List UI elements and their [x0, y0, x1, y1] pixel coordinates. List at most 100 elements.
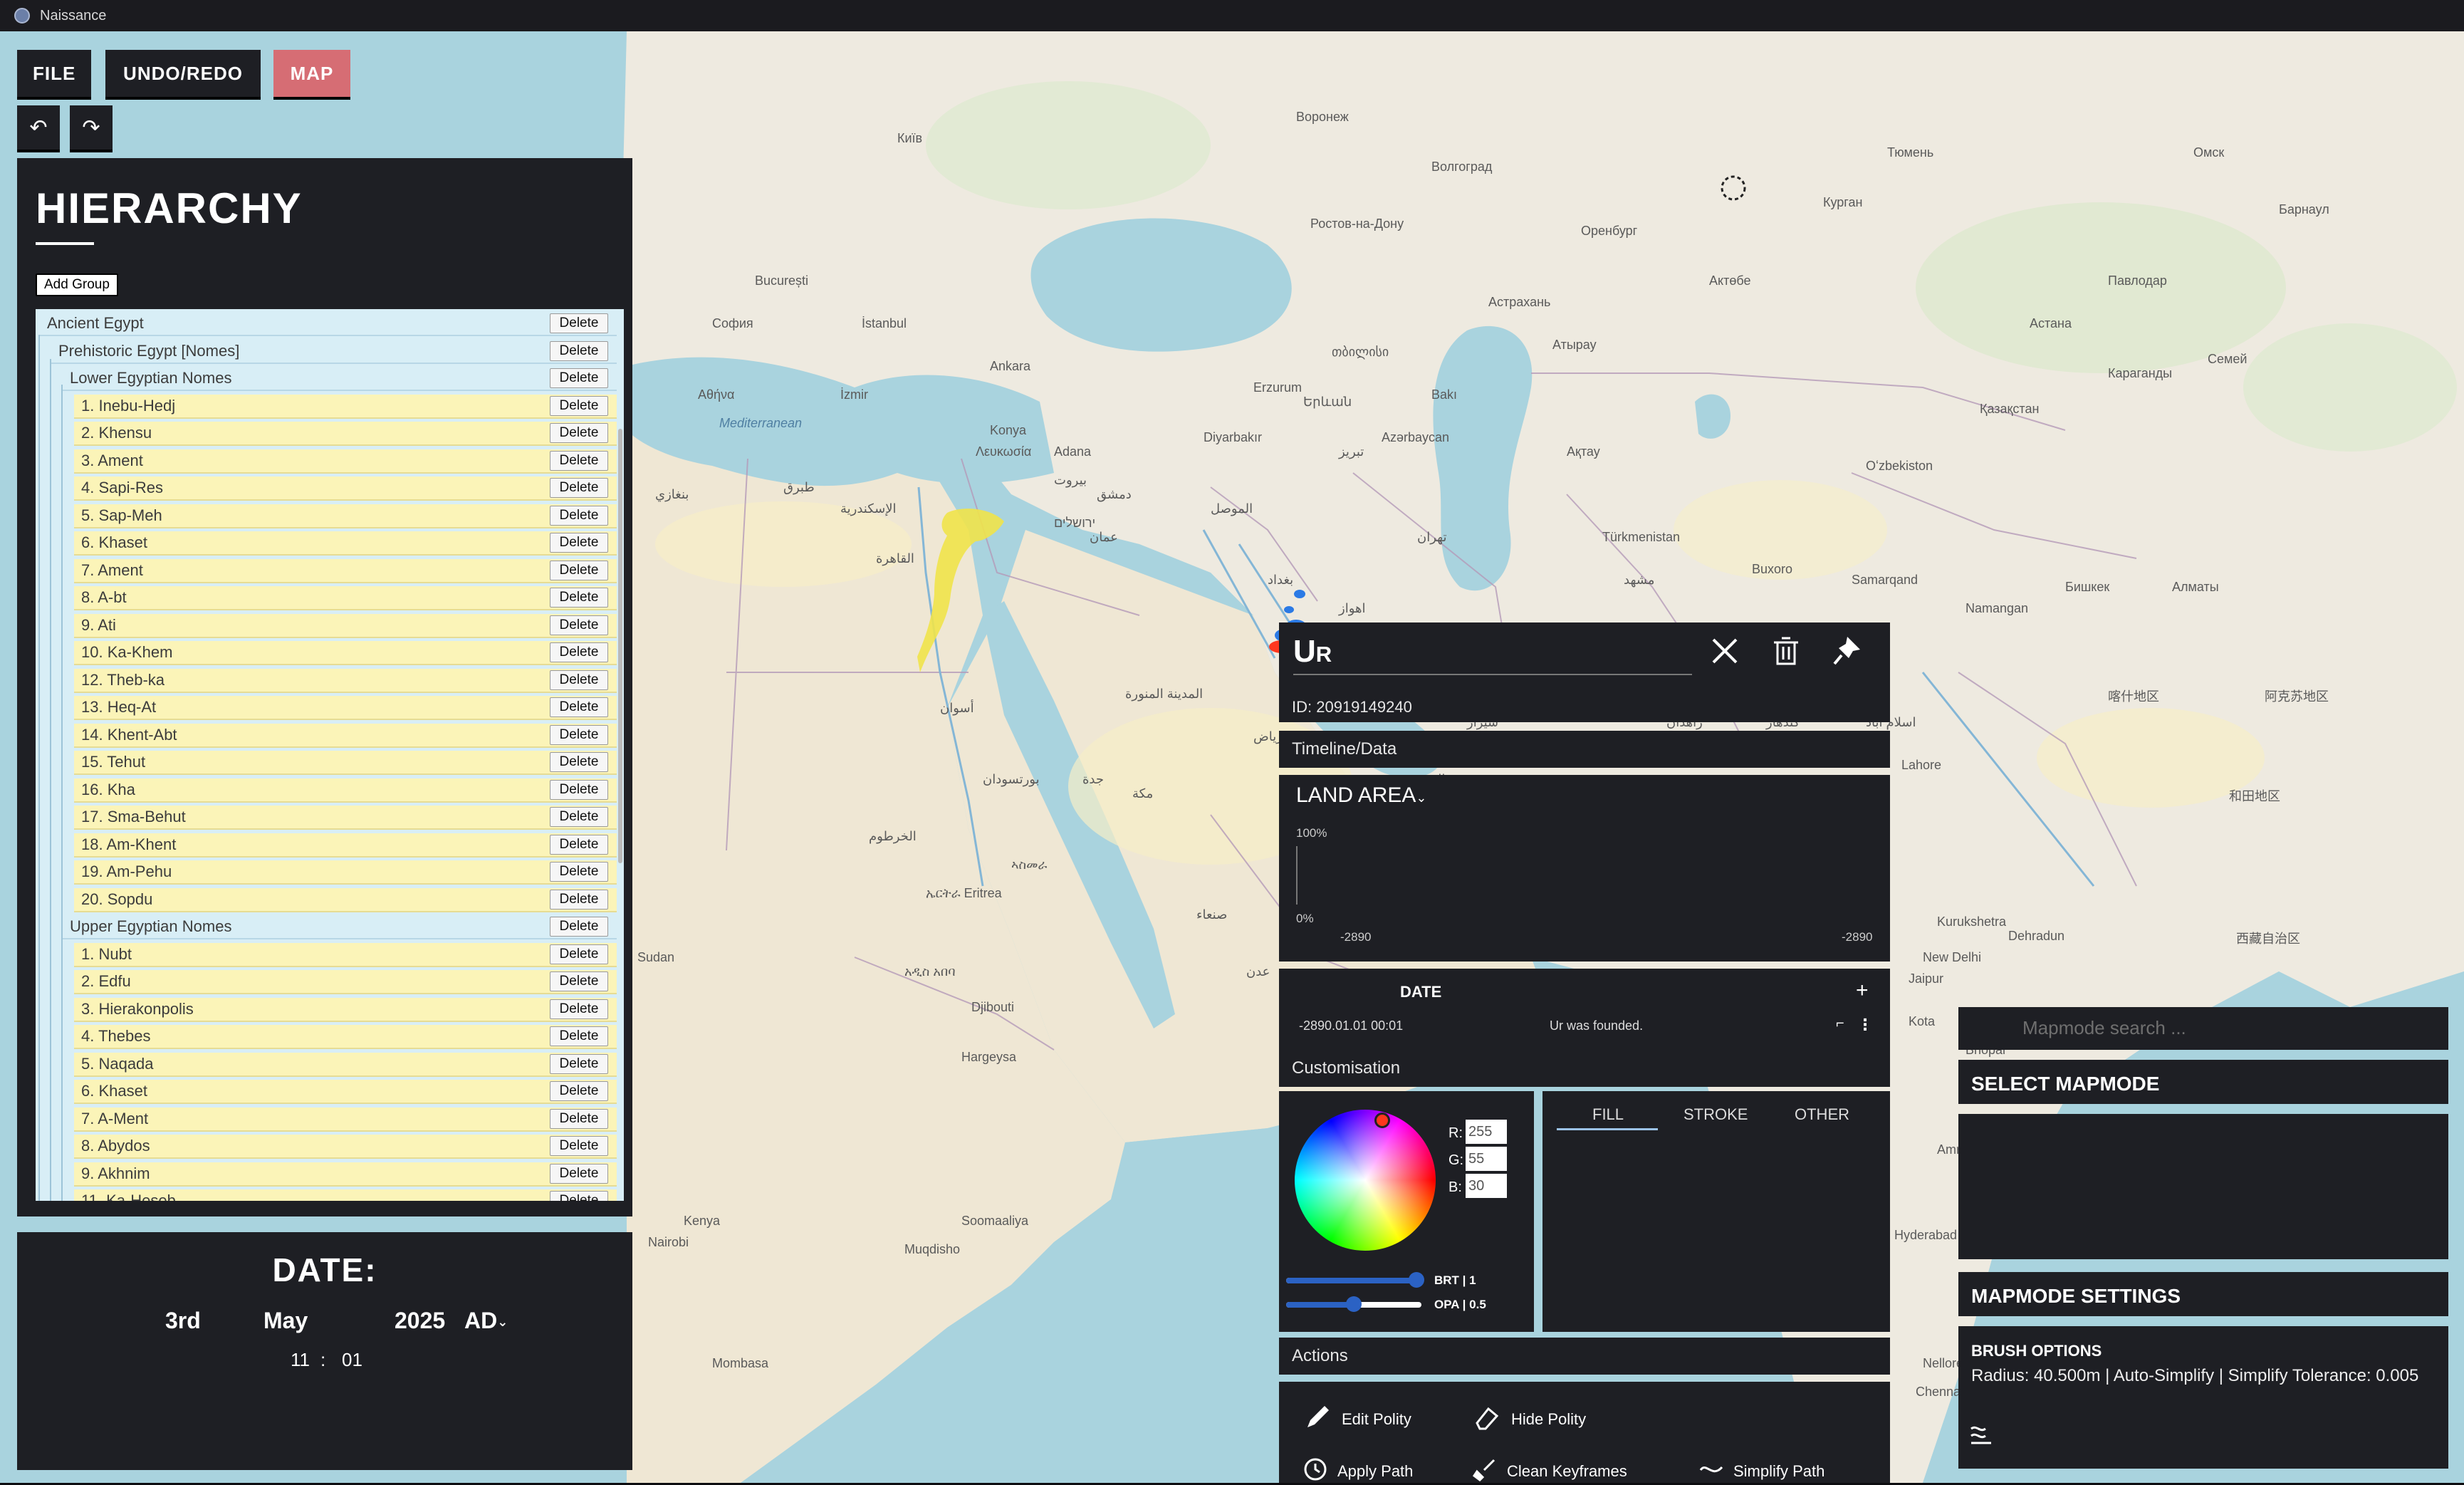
event-row[interactable]: -2890.01.01 00:01 Ur was founded. ⌐ ⋮ [1299, 1016, 1876, 1038]
delete-button[interactable]: Delete [550, 697, 608, 717]
delete-button[interactable]: Delete [550, 1191, 608, 1201]
pin-icon[interactable] [1832, 634, 1863, 670]
edit-polity-button[interactable]: Edit Polity [1303, 1403, 1411, 1435]
hierarchy-item-row[interactable]: 17. Sma-Behut Delete [74, 806, 617, 830]
hierarchy-group-row[interactable]: Prehistoric Egypt [Nomes] Delete [51, 339, 617, 364]
hierarchy-item-row[interactable]: 9. Ati Delete [74, 613, 617, 638]
hierarchy-item-row[interactable]: 4. Sapi-Res Delete [74, 476, 617, 501]
brightness-slider-thumb[interactable] [1409, 1272, 1424, 1288]
event-link-icon[interactable]: ⌐ [1836, 1016, 1844, 1032]
hierarchy-item-row[interactable]: 6. Khaset Delete [74, 1080, 617, 1104]
delete-button[interactable]: Delete [550, 1163, 608, 1184]
delete-button[interactable]: Delete [550, 917, 608, 937]
hierarchy-item-row[interactable]: 6. Khaset Delete [74, 531, 617, 556]
hierarchy-item-row[interactable]: 9. Akhnim Delete [74, 1162, 617, 1187]
hierarchy-item-row[interactable]: 10. Ka-Khem Delete [74, 641, 617, 665]
apply-path-button[interactable]: Apply Path [1303, 1457, 1413, 1485]
hierarchy-item-row[interactable]: 4. Thebes Delete [74, 1025, 617, 1049]
hierarchy-item-row[interactable]: 2. Khensu Delete [74, 422, 617, 446]
hierarchy-item-row[interactable]: 13. Heq-At Delete [74, 696, 617, 720]
delete-button[interactable]: Delete [550, 1108, 608, 1129]
undo-icon[interactable]: ↶ [17, 105, 60, 150]
date-minute[interactable]: 01 [342, 1349, 362, 1371]
hierarchy-item-row[interactable]: 3. Hierakonpolis Delete [74, 997, 617, 1022]
hierarchy-group-row[interactable]: Upper Egyptian Nomes Delete [63, 915, 617, 939]
hierarchy-item-row[interactable]: 20. Sopdu Delete [74, 887, 617, 912]
mapmode-list[interactable] [1958, 1114, 2448, 1259]
delete-button[interactable]: Delete [550, 807, 608, 827]
close-icon[interactable] [1711, 637, 1739, 669]
delete-button[interactable]: Delete [550, 642, 608, 662]
hierarchy-item-row[interactable]: 8. A-bt Delete [74, 586, 617, 610]
date-month[interactable]: May [263, 1308, 308, 1334]
hierarchy-item-row[interactable]: 18. Am-Khent Delete [74, 833, 617, 858]
tab-other[interactable]: OTHER [1795, 1105, 1849, 1124]
kebab-menu-icon[interactable]: ⋮ [1857, 1016, 1873, 1034]
hierarchy-item-row[interactable]: 1. Nubt Delete [74, 942, 617, 967]
delete-button[interactable]: Delete [550, 999, 608, 1019]
undo-redo-menu-button[interactable]: UNDO/REDO [105, 50, 261, 97]
delete-button[interactable]: Delete [550, 615, 608, 635]
delete-button[interactable]: Delete [550, 971, 608, 991]
date-day[interactable]: 3rd [165, 1308, 201, 1334]
hierarchy-item-row[interactable]: 2. Edfu Delete [74, 970, 617, 994]
tab-fill[interactable]: FILL [1592, 1105, 1624, 1124]
delete-button[interactable]: Delete [550, 944, 608, 964]
hierarchy-item-row[interactable]: 11. Ka-Heseb Delete [74, 1189, 617, 1201]
hierarchy-scrollbar[interactable] [618, 429, 622, 863]
color-wheel-cursor[interactable] [1374, 1113, 1390, 1128]
hierarchy-item-row[interactable]: 5. Naqada Delete [74, 1052, 617, 1077]
delete-button[interactable]: Delete [550, 1081, 608, 1101]
delete-button[interactable]: Delete [550, 779, 608, 800]
actions-header[interactable]: Actions [1279, 1338, 1890, 1375]
delete-button[interactable]: Delete [550, 450, 608, 471]
delete-button[interactable]: Delete [550, 669, 608, 690]
hierarchy-item-row[interactable]: 19. Am-Pehu Delete [74, 860, 617, 885]
delete-button[interactable]: Delete [550, 478, 608, 498]
delete-button[interactable]: Delete [550, 313, 608, 333]
tab-stroke[interactable]: STROKE [1683, 1105, 1748, 1124]
hierarchy-group-row[interactable]: Lower Egyptian Nomes Delete [63, 367, 617, 391]
customisation-header[interactable]: Customisation [1279, 1050, 1890, 1087]
hierarchy-tree[interactable]: Ancient Egypt Delete Prehistoric Egypt [No… [36, 309, 624, 1201]
file-menu-button[interactable]: FILE [17, 50, 91, 97]
hierarchy-item-row[interactable]: 14. Khent-Abt Delete [74, 723, 617, 748]
hierarchy-item-row[interactable]: 15. Tehut Delete [74, 751, 617, 775]
add-event-icon[interactable]: + [1856, 979, 1869, 1003]
color-wheel[interactable] [1295, 1110, 1436, 1251]
r-input[interactable]: 255 [1466, 1120, 1507, 1144]
date-hour[interactable]: 11 [291, 1349, 310, 1371]
trash-icon[interactable] [1772, 635, 1800, 670]
mapmode-search-input[interactable]: Mapmode search ... [2022, 1017, 2186, 1039]
hierarchy-item-row[interactable]: 8. Abydos Delete [74, 1135, 617, 1159]
mapmode-search-box[interactable]: Mapmode search ... [1958, 1007, 2448, 1050]
delete-button[interactable]: Delete [550, 588, 608, 608]
delete-button[interactable]: Delete [550, 724, 608, 745]
delete-button[interactable]: Delete [550, 1053, 608, 1074]
add-group-button[interactable]: Add Group [36, 273, 118, 296]
delete-button[interactable]: Delete [550, 395, 608, 416]
date-era-select[interactable]: AD⌄ [464, 1308, 508, 1334]
hierarchy-item-row[interactable]: 5. Sap-Meh Delete [74, 504, 617, 528]
hierarchy-item-row[interactable]: 3. Ament Delete [74, 449, 617, 474]
delete-button[interactable]: Delete [550, 889, 608, 910]
delete-button[interactable]: Delete [550, 1026, 608, 1046]
b-input[interactable]: 30 [1466, 1174, 1507, 1198]
simplify-toggle-icon[interactable] [1970, 1424, 1994, 1449]
map-menu-button[interactable]: MAP [273, 50, 350, 97]
graph-metric-dropdown[interactable]: LAND AREA⌄ [1296, 783, 1427, 808]
hierarchy-group-row[interactable]: Ancient Egypt Delete [40, 312, 617, 336]
delete-button[interactable]: Delete [550, 560, 608, 580]
hierarchy-item-row[interactable]: 1. Inebu-Hedj Delete [74, 394, 617, 419]
hierarchy-item-row[interactable]: 12. Theb-ka Delete [74, 668, 617, 693]
clean-keyframes-button[interactable]: Clean Keyframes [1472, 1457, 1627, 1485]
delete-button[interactable]: Delete [550, 368, 608, 388]
delete-button[interactable]: Delete [550, 752, 608, 772]
g-input[interactable]: 55 [1466, 1147, 1507, 1171]
hierarchy-item-row[interactable]: 7. A-Ment Delete [74, 1107, 617, 1132]
hide-polity-button[interactable]: Hide Polity [1473, 1403, 1586, 1435]
date-year[interactable]: 2025 [395, 1308, 445, 1334]
delete-button[interactable]: Delete [550, 862, 608, 882]
opacity-slider-thumb[interactable] [1346, 1296, 1362, 1312]
hierarchy-item-row[interactable]: 7. Ament Delete [74, 558, 617, 583]
